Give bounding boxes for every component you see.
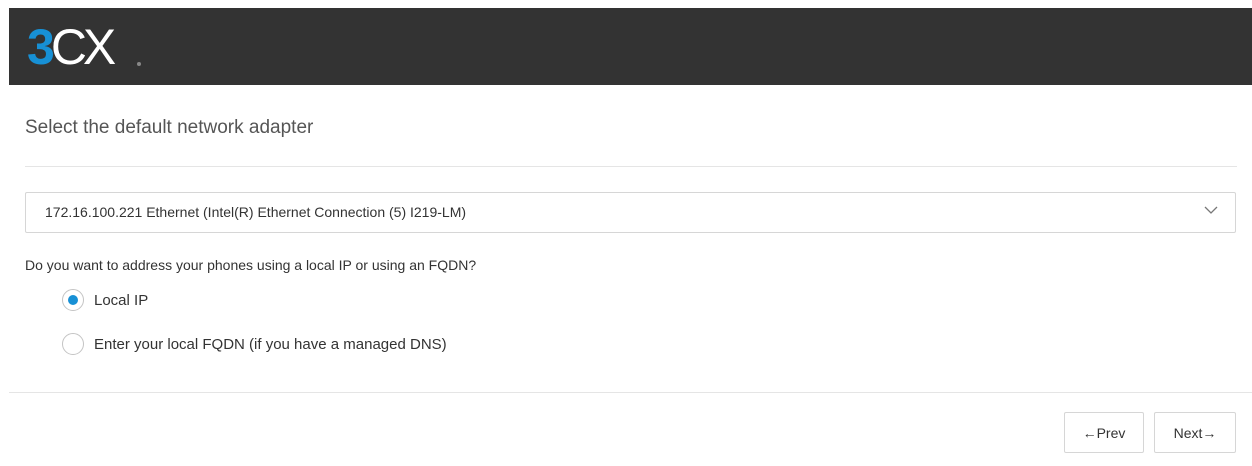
radio-option-fqdn[interactable]: Enter your local FQDN (if you have a man… — [62, 332, 447, 356]
next-button[interactable]: Next→ — [1154, 412, 1236, 453]
footer-divider — [9, 392, 1252, 393]
address-mode-question: Do you want to address your phones using… — [25, 257, 477, 273]
3cx-logo: 3CX — [27, 18, 116, 76]
setup-wizard-page: 3CX Select the default network adapter 1… — [0, 0, 1252, 466]
fqdn-label: Enter your local FQDN (if you have a man… — [94, 335, 447, 353]
network-adapter-select[interactable]: 172.16.100.221 Ethernet (Intel(R) Ethern… — [25, 192, 1236, 233]
logo-registered-dot — [137, 62, 141, 66]
logo-cx: CX — [50, 19, 116, 75]
app-header: 3CX — [9, 8, 1252, 85]
chevron-down-icon — [1204, 206, 1218, 214]
fqdn-radio[interactable] — [62, 333, 84, 355]
title-divider — [25, 166, 1237, 167]
logo-3: 3 — [27, 19, 55, 75]
page-title: Select the default network adapter — [25, 117, 314, 138]
network-adapter-selected-value: 172.16.100.221 Ethernet (Intel(R) Ethern… — [45, 204, 467, 220]
radio-option-local-ip[interactable]: Local IP — [62, 288, 148, 312]
radio-selected-dot — [68, 295, 78, 305]
prev-button[interactable]: ←Prev — [1064, 412, 1144, 453]
local-ip-label: Local IP — [94, 291, 149, 309]
local-ip-radio[interactable] — [62, 289, 84, 311]
